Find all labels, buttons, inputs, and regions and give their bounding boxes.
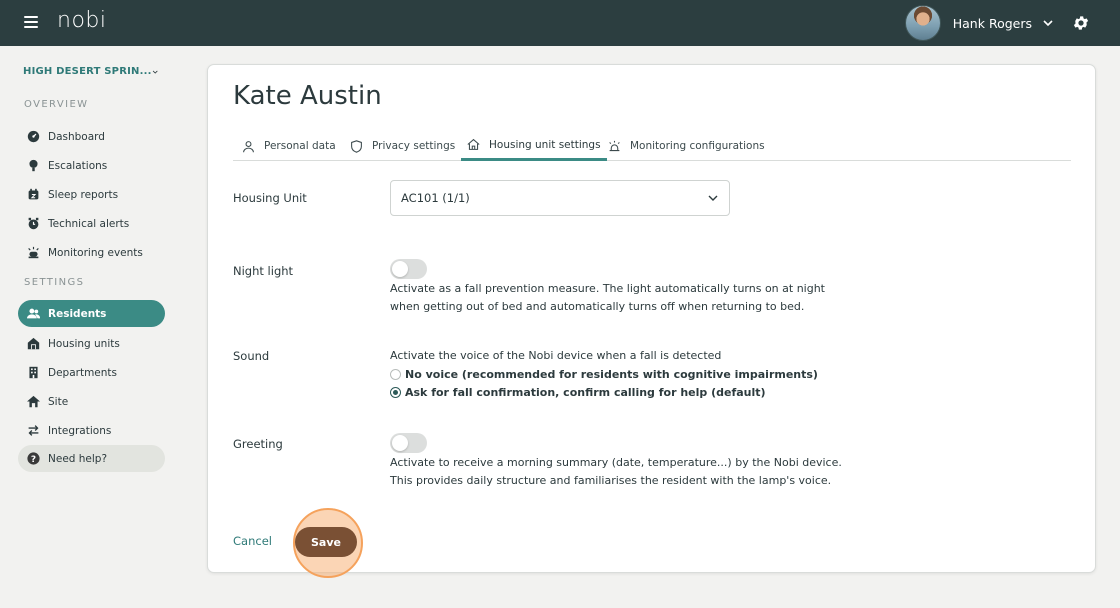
- dashboard-icon: [27, 130, 40, 143]
- sidebar-item-housing-units[interactable]: Housing units: [18, 330, 165, 357]
- home-icon: [467, 138, 480, 150]
- tab-label: Privacy settings: [372, 140, 456, 152]
- chevron-down-icon: [1043, 20, 1053, 27]
- sidebar-item-help[interactable]: ? Need help?: [18, 445, 165, 472]
- user-menu[interactable]: Hank Rogers: [904, 5, 1054, 41]
- housing-units-icon: [27, 337, 40, 350]
- resident-settings-card: Kate Austin Personal data Privacy settin…: [207, 64, 1096, 578]
- help-icon: ?: [27, 452, 40, 465]
- description-line: when getting out of bed and automaticall…: [390, 300, 805, 313]
- greeting-label: Greeting: [233, 437, 283, 451]
- sidebar-item-departments[interactable]: Departments: [18, 359, 165, 386]
- tab-label: Monitoring configurations: [630, 140, 765, 152]
- gear-icon[interactable]: [1072, 14, 1090, 32]
- sidebar-item-dashboard[interactable]: Dashboard: [18, 123, 165, 150]
- sidebar-item-label: Site: [48, 395, 69, 408]
- sidebar-item-sleep-reports[interactable]: Sleep reports: [18, 181, 165, 208]
- tab-label: Housing unit settings: [489, 138, 601, 151]
- tab-bar: Personal data Privacy settings Housing u…: [233, 131, 1071, 161]
- technical-alerts-icon: [28, 217, 39, 230]
- save-button[interactable]: Save: [295, 527, 357, 557]
- radio-button[interactable]: [390, 387, 401, 398]
- sidebar-item-label: Dashboard: [48, 130, 105, 143]
- sound-label: Sound: [233, 349, 270, 363]
- sidebar-item-label: Technical alerts: [48, 217, 130, 230]
- sidebar-item-label: Departments: [48, 366, 118, 379]
- tab-label: Personal data: [264, 140, 336, 152]
- shield-icon: [351, 139, 362, 153]
- greeting-toggle[interactable]: [390, 433, 427, 453]
- housing-unit-select[interactable]: AC101 (1/1): [390, 180, 730, 216]
- sidebar-item-label: Sleep reports: [48, 188, 119, 201]
- integrations-icon: [28, 425, 39, 436]
- tab-housing-unit-settings[interactable]: Housing unit settings: [461, 131, 607, 161]
- site-selector[interactable]: HIGH DESERT SPRIN...: [23, 66, 158, 77]
- section-label-overview: OVERVIEW: [24, 99, 89, 110]
- menu-icon[interactable]: [24, 16, 38, 30]
- cancel-button[interactable]: Cancel: [233, 534, 272, 548]
- sidebar: HIGH DESERT SPRIN... OVERVIEW Dashboard …: [0, 46, 185, 608]
- sidebar-item-label: Monitoring events: [48, 246, 143, 259]
- night-light-description: Activate as a fall prevention measure. T…: [390, 280, 850, 316]
- sound-description: Activate the voice of the Nobi device wh…: [390, 349, 722, 362]
- escalations-icon: [29, 159, 38, 172]
- residents-icon: [27, 308, 40, 319]
- radio-label: Ask for fall confirmation, confirm calli…: [405, 386, 766, 399]
- svg-text:?: ?: [31, 455, 36, 465]
- tab-privacy-settings[interactable]: Privacy settings: [344, 131, 461, 161]
- site-icon: [27, 395, 40, 408]
- sidebar-item-label: Residents: [48, 307, 107, 320]
- chevron-down-icon: [152, 70, 158, 74]
- monitoring-events-icon: [28, 246, 39, 259]
- radio-button[interactable]: [390, 369, 401, 380]
- radio-label: No voice (recommended for residents with…: [405, 368, 818, 381]
- user-name: Hank Rogers: [952, 15, 1032, 31]
- sidebar-item-site[interactable]: Site: [18, 388, 165, 415]
- sidebar-item-escalations[interactable]: Escalations: [18, 152, 165, 179]
- description-line: Activate as a fall prevention measure. T…: [390, 282, 825, 295]
- sidebar-item-residents[interactable]: Residents: [18, 300, 165, 327]
- section-label-settings: SETTINGS: [24, 277, 85, 288]
- greeting-description: Activate to receive a morning summary (d…: [390, 454, 860, 490]
- departments-icon: [29, 366, 38, 379]
- night-light-toggle[interactable]: [390, 259, 427, 279]
- sidebar-item-label: Escalations: [48, 159, 108, 172]
- description-line: This provides daily structure and famili…: [390, 474, 832, 487]
- avatar: [904, 5, 941, 41]
- description-line: Activate to receive a morning summary (d…: [390, 456, 842, 469]
- app-logo[interactable]: nobi: [57, 8, 106, 33]
- site-name: HIGH DESERT SPRIN...: [23, 66, 152, 77]
- sound-option-no-voice[interactable]: No voice (recommended for residents with…: [390, 368, 818, 381]
- sidebar-item-label: Housing units: [48, 337, 120, 350]
- chevron-down-icon: [708, 195, 718, 201]
- alarm-icon: [609, 140, 620, 151]
- night-light-label: Night light: [233, 264, 294, 278]
- tab-monitoring-configurations[interactable]: Monitoring configurations: [602, 131, 771, 161]
- sound-option-ask-confirmation[interactable]: Ask for fall confirmation, confirm calli…: [390, 386, 766, 399]
- sleep-reports-icon: [28, 188, 39, 200]
- sidebar-item-monitoring-events[interactable]: Monitoring events: [18, 239, 165, 266]
- sidebar-item-technical-alerts[interactable]: Technical alerts: [18, 210, 165, 237]
- housing-unit-label: Housing Unit: [233, 191, 307, 205]
- sidebar-item-label: Need help?: [48, 452, 108, 465]
- person-icon: [243, 140, 254, 152]
- sidebar-item-integrations[interactable]: Integrations: [18, 417, 165, 444]
- page-title: Kate Austin: [233, 81, 382, 111]
- housing-unit-value: AC101 (1/1): [401, 191, 470, 205]
- top-bar: nobi Hank Rogers: [0, 0, 1120, 46]
- tab-personal-data[interactable]: Personal data: [236, 131, 342, 161]
- sidebar-item-label: Integrations: [48, 424, 112, 437]
